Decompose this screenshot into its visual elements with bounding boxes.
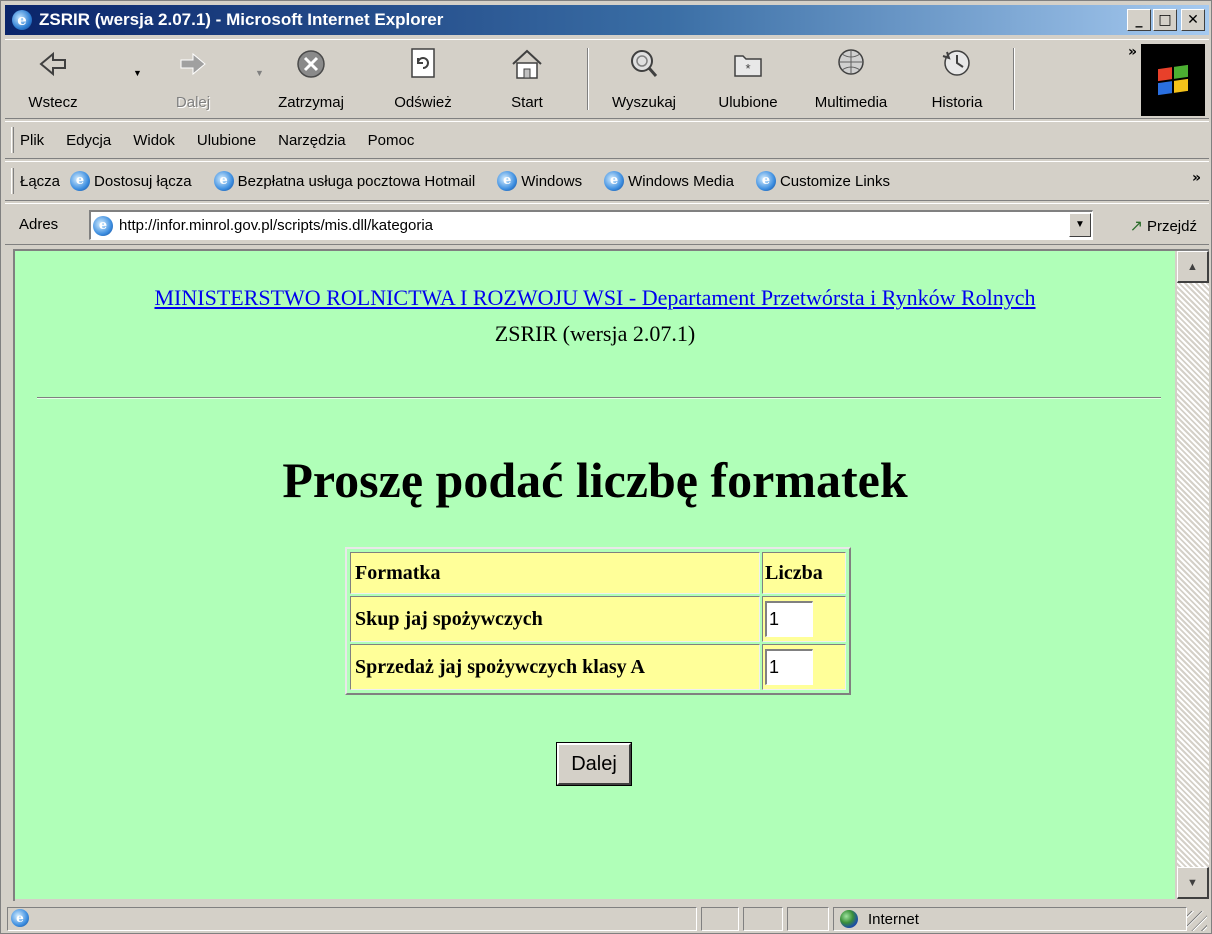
toolbar-separator	[587, 48, 589, 110]
link-dostosuj[interactable]: e Dostosuj łącza	[70, 171, 192, 191]
media-button[interactable]: Multimedia	[803, 44, 899, 116]
address-label: Adres	[19, 216, 59, 233]
address-bar: Adres e http://infor.minrol.gov.pl/scrip…	[5, 203, 1209, 245]
horizontal-rule	[37, 397, 1161, 399]
page-content: MINISTERSTWO ROLNICTWA I ROZWOJU WSI - D…	[15, 251, 1175, 899]
column-header-liczba: Liczba	[762, 552, 846, 594]
count-cell	[762, 596, 846, 642]
vertical-scrollbar[interactable]: ▲ ▼	[1177, 251, 1209, 899]
menu-plik[interactable]: Plik	[20, 132, 44, 149]
table-row: Sprzedaż jaj spożywczych klasy A	[350, 644, 846, 690]
forward-dropdown-arrow[interactable]: ▼	[255, 68, 264, 78]
close-button[interactable]: ✕	[1181, 9, 1205, 31]
resize-grip[interactable]	[1187, 911, 1207, 931]
link-windows[interactable]: e Windows	[497, 171, 582, 191]
home-icon	[507, 46, 547, 82]
table-header-row: Formatka Liczba	[350, 552, 846, 594]
status-cell	[787, 907, 829, 931]
windows-logo-icon	[1141, 44, 1205, 116]
history-icon	[937, 46, 977, 82]
links-bar-grip[interactable]	[11, 168, 14, 194]
toolbar-chevron-icon[interactable]: »	[1128, 44, 1137, 60]
minimize-button[interactable]: _	[1127, 9, 1151, 31]
title-bar[interactable]: e ZSRIR (wersja 2.07.1) - Microsoft Inte…	[5, 5, 1209, 35]
forward-arrow-icon	[173, 46, 213, 82]
ie-page-icon: e	[213, 171, 234, 191]
count-input-sprzedaz[interactable]	[765, 649, 813, 685]
refresh-button[interactable]: Odśwież	[385, 44, 461, 116]
address-url[interactable]: http://infor.minrol.gov.pl/scripts/mis.d…	[119, 217, 433, 234]
status-cell	[743, 907, 783, 931]
go-button[interactable]: ↗ Przejdź	[1130, 216, 1197, 236]
stop-button[interactable]: Zatrzymaj	[269, 44, 353, 116]
status-cell	[701, 907, 739, 931]
security-zone: Internet	[833, 907, 1187, 931]
form-name-cell: Skup jaj spożywczych	[350, 596, 760, 642]
media-icon	[831, 46, 871, 82]
page-viewport: MINISTERSTWO ROLNICTWA I ROZWOJU WSI - D…	[13, 249, 1209, 901]
toolbar-separator	[1013, 48, 1015, 110]
scroll-down-button[interactable]: ▼	[1177, 867, 1209, 899]
link-hotmail[interactable]: e Bezpłatna usługa pocztowa Hotmail	[213, 171, 475, 191]
svg-text:*: *	[745, 61, 750, 76]
ie-logo-icon[interactable]: e	[11, 10, 33, 30]
ie-page-icon: e	[755, 171, 776, 191]
version-text: ZSRIR (wersja 2.07.1)	[494, 321, 696, 346]
links-chevron-icon[interactable]: »	[1192, 170, 1201, 186]
maximize-button[interactable]: □	[1153, 9, 1177, 31]
menu-edycja[interactable]: Edycja	[66, 132, 111, 149]
links-label: Łącza	[20, 172, 61, 190]
table-row: Skup jaj spożywczych	[350, 596, 846, 642]
menu-ulubione[interactable]: Ulubione	[197, 132, 256, 149]
next-button[interactable]: Dalej	[556, 742, 632, 786]
status-bar: e Internet	[5, 905, 1209, 933]
count-input-skup[interactable]	[765, 601, 813, 637]
menu-widok[interactable]: Widok	[133, 132, 175, 149]
menu-narzedzia[interactable]: Narzędzia	[278, 132, 346, 149]
refresh-icon	[403, 46, 443, 82]
favorites-button[interactable]: * Ulubione	[705, 44, 791, 116]
address-dropdown-button[interactable]: ▼	[1069, 213, 1091, 237]
menu-bar-grip[interactable]	[11, 127, 14, 153]
link-customize-links[interactable]: e Customize Links	[755, 171, 890, 191]
ie-page-icon: e	[11, 909, 29, 927]
go-arrow-icon: ↗	[1129, 218, 1143, 235]
links-bar: Łącza e Dostosuj łącza e Bezpłatna usługa …	[5, 161, 1209, 201]
stop-icon	[291, 46, 331, 82]
standard-toolbar: Wstecz ▼ Dalej ▼ Zatrzymaj Odśwież Start…	[5, 39, 1209, 119]
search-button[interactable]: Wyszukaj	[601, 44, 687, 116]
browser-window: e ZSRIR (wersja 2.07.1) - Microsoft Inte…	[0, 0, 1212, 934]
history-button[interactable]: Historia	[919, 44, 995, 116]
scroll-up-button[interactable]: ▲	[1177, 251, 1209, 283]
back-arrow-icon	[33, 46, 73, 82]
forms-table: Formatka Liczba Skup jaj spożywczych Spr…	[345, 547, 851, 695]
column-header-formatka: Formatka	[350, 552, 760, 594]
favorites-icon: *	[728, 46, 768, 82]
back-button[interactable]: Wstecz	[21, 44, 85, 116]
back-dropdown-arrow[interactable]: ▼	[133, 68, 142, 78]
forward-button[interactable]: Dalej	[161, 44, 225, 116]
ie-page-icon: e	[70, 171, 91, 191]
globe-icon	[840, 910, 858, 928]
ministry-link[interactable]: MINISTERSTWO ROLNICTWA I ROZWOJU WSI - D…	[15, 285, 1175, 311]
page-heading: Proszę podać liczbę formatek	[282, 452, 908, 508]
search-icon	[624, 46, 664, 82]
count-cell	[762, 644, 846, 690]
ie-page-icon: e	[93, 215, 113, 236]
address-input[interactable]: e http://infor.minrol.gov.pl/scripts/mis…	[89, 210, 1093, 240]
form-name-cell: Sprzedaż jaj spożywczych klasy A	[350, 644, 760, 690]
window-title: ZSRIR (wersja 2.07.1) - Microsoft Intern…	[39, 10, 444, 29]
ie-page-icon: e	[497, 171, 518, 191]
menu-pomoc[interactable]: Pomoc	[368, 132, 415, 149]
menu-bar: Plik Edycja Widok Ulubione Narzędzia Pom…	[5, 121, 1209, 159]
link-windows-media[interactable]: e Windows Media	[604, 171, 734, 191]
home-button[interactable]: Start	[497, 44, 557, 116]
status-main-cell: e	[7, 907, 697, 931]
ie-page-icon: e	[604, 171, 625, 191]
